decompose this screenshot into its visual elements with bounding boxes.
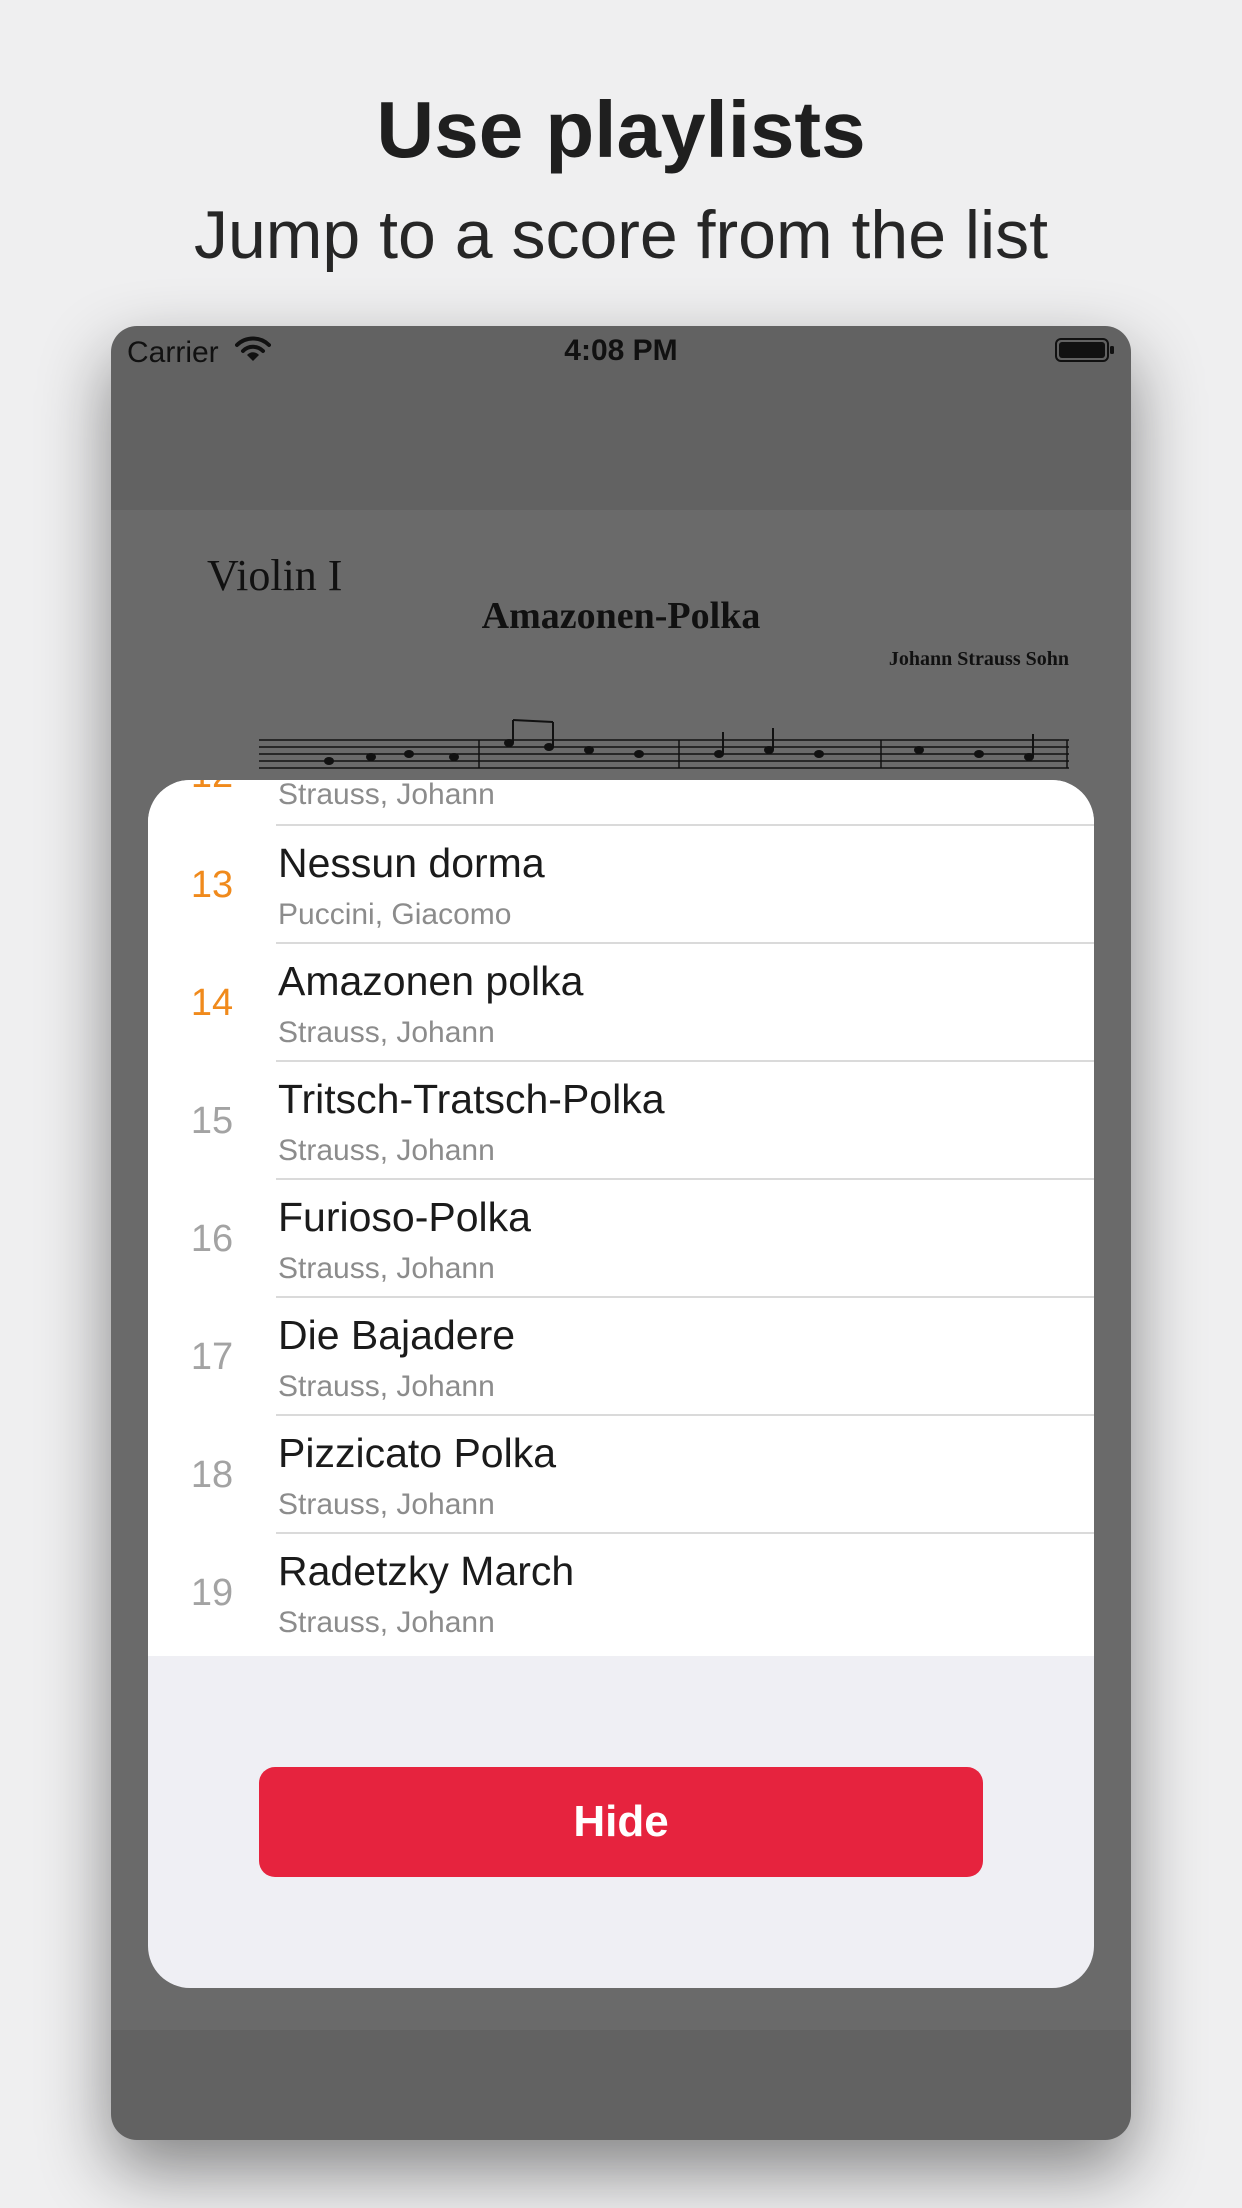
list-item-title: Amazonen polka xyxy=(278,958,584,1004)
list-item-number: 17 xyxy=(190,1336,234,1378)
list-item-number: 18 xyxy=(190,1454,234,1496)
list-item-subtitle: Strauss, Johann xyxy=(278,1370,495,1403)
list-item-subtitle: Strauss, Johann xyxy=(278,1252,495,1285)
list-item-subtitle: Strauss, Johann xyxy=(278,1606,495,1639)
list-item-title: Nessun dorma xyxy=(278,840,545,886)
device-screen: Carrier 4:08 PM Violin I Amazonen-Polka … xyxy=(111,326,1131,2140)
list-item[interactable]: 17 Die Bajadere Strauss, Johann xyxy=(148,1298,1094,1416)
list-item-number: 15 xyxy=(190,1100,234,1142)
score-title: Amazonen-Polka xyxy=(481,595,761,637)
list-item-subtitle: Strauss, Johann xyxy=(278,1488,495,1521)
list-item[interactable]: 18 Pizzicato Polka Strauss, Johann xyxy=(148,1416,1094,1534)
list-item[interactable]: 19 Radetzky March Strauss, Johann xyxy=(148,1534,1094,1652)
list-item-subtitle: Strauss, Johann xyxy=(278,780,495,811)
list-item[interactable]: 14 Amazonen polka Strauss, Johann xyxy=(148,944,1094,1062)
list-item[interactable]: 16 Furioso-Polka Strauss, Johann xyxy=(148,1180,1094,1298)
status-time: 4:08 PM xyxy=(564,334,678,367)
list-item-title: Pizzicato Polka xyxy=(278,1430,557,1476)
list-item-subtitle: Strauss, Johann xyxy=(278,1134,495,1167)
score-composer: Johann Strauss Sohn xyxy=(888,648,1069,670)
hide-button[interactable]: Hide xyxy=(259,1767,983,1877)
list-item[interactable]: 13 Nessun dorma Puccini, Giacomo xyxy=(148,826,1094,944)
promo-subheadline: Jump to a score from the list xyxy=(193,197,1049,273)
battery-icon xyxy=(1055,338,1114,362)
status-bar: Carrier 4:08 PM xyxy=(111,326,1131,380)
list-item-number: 19 xyxy=(190,1572,234,1614)
list-item[interactable]: 15 Tritsch-Tratsch-Polka Strauss, Johann xyxy=(148,1062,1094,1180)
list-item-number: 12 xyxy=(148,780,276,797)
list-item-subtitle: Strauss, Johann xyxy=(278,1016,495,1049)
list-item-number: 13 xyxy=(190,864,234,906)
music-staff xyxy=(259,719,1069,769)
list-item-title: Furioso-Polka xyxy=(278,1194,531,1240)
playlist-list[interactable]: 12 Strauss, Johann 13 Nessun dorma Puccini… xyxy=(148,780,1094,1656)
list-item-title: Tritsch-Tratsch-Polka xyxy=(278,1076,665,1122)
playlist-sheet: 12 Strauss, Johann 13 Nessun dorma Puccini… xyxy=(148,780,1094,1988)
list-item-number: 16 xyxy=(190,1218,234,1260)
list-item-title: Die Bajadere xyxy=(278,1312,516,1358)
list-item-title: Radetzky March xyxy=(278,1548,575,1594)
promo-headline: Use playlists xyxy=(376,85,866,174)
list-item-subtitle: Puccini, Giacomo xyxy=(278,898,512,931)
list-item-number: 14 xyxy=(190,982,234,1024)
